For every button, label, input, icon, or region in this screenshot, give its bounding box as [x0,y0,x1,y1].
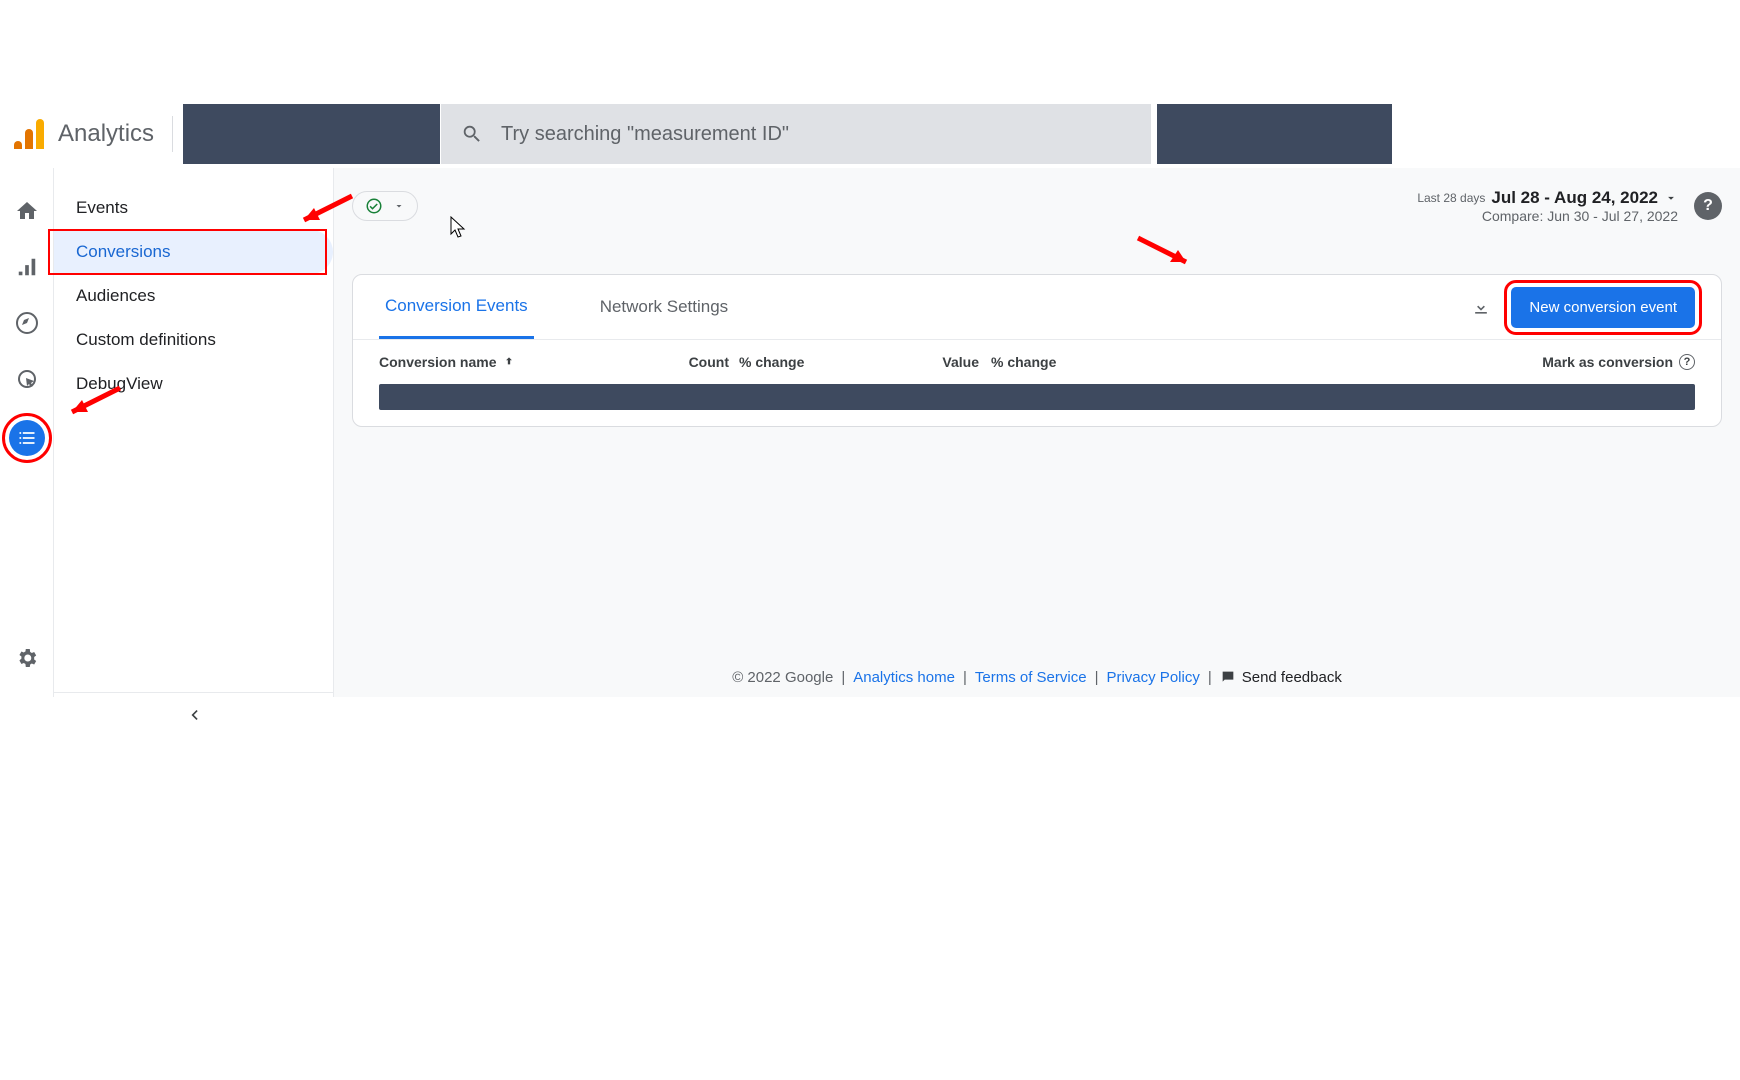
date-range-text: Jul 28 - Aug 24, 2022 [1491,188,1658,208]
new-conversion-event-button[interactable]: New conversion event [1511,287,1695,328]
page-footer: © 2022 Google| Analytics home| Terms of … [334,657,1740,697]
col-percent-change-2[interactable]: % change [991,354,1121,370]
col-value[interactable]: Value [909,354,979,370]
download-icon[interactable] [1471,297,1491,317]
rail-advertising[interactable] [12,364,42,394]
status-filter-pill[interactable] [352,191,418,221]
home-icon [15,199,39,223]
col-mark-label: Mark as conversion [1542,354,1673,370]
rail-settings[interactable] [12,643,42,673]
tab-conversion-events[interactable]: Conversion Events [379,276,534,339]
col-mark-as-conversion: Mark as conversion ? [1542,354,1695,370]
product-name: Analytics [58,120,154,148]
bar-chart-icon [16,256,38,278]
date-prefix: Last 28 days [1417,191,1485,205]
header-redacted-block-1 [183,104,440,164]
tab-network-settings[interactable]: Network Settings [594,277,735,337]
help-button[interactable]: ? [1694,192,1722,220]
chevron-down-icon [1664,191,1678,205]
feedback-icon [1220,669,1236,685]
check-circle-icon [365,197,383,215]
nav-conversions[interactable]: Conversions [54,230,333,274]
nav-custom-definitions[interactable]: Custom definitions [54,318,333,362]
footer-link-terms[interactable]: Terms of Service [975,669,1087,686]
table-row [379,384,1695,410]
gear-icon [15,646,39,670]
product-logo[interactable]: Analytics [0,119,154,149]
footer-link-analytics-home[interactable]: Analytics home [853,669,955,686]
app-header: Analytics Try searching "measurement ID" [0,104,1740,164]
click-cursor-icon [15,367,39,391]
chevron-left-icon [184,705,204,725]
conversions-card: Conversion Events Network Settings New c… [352,274,1722,427]
rail-explore[interactable] [12,308,42,338]
date-range-picker[interactable]: Last 28 days Jul 28 - Aug 24, 2022 Compa… [1417,188,1678,224]
chevron-down-icon [393,200,405,212]
footer-link-privacy[interactable]: Privacy Policy [1106,669,1199,686]
search-icon [461,123,483,145]
feedback-label: Send feedback [1242,669,1342,686]
main-panel: Last 28 days Jul 28 - Aug 24, 2022 Compa… [334,168,1740,697]
target-icon [15,311,39,335]
col-percent-change-1[interactable]: % change [739,354,889,370]
send-feedback[interactable]: Send feedback [1220,669,1342,686]
rail-configure[interactable] [9,420,45,456]
help-icon[interactable]: ? [1679,354,1695,370]
analytics-logo-icon [14,119,44,149]
annotation-arrow-1 [290,190,360,235]
vertical-divider [172,116,173,152]
footer-copyright: © 2022 Google [732,669,833,686]
annotation-arrow-2 [58,382,128,427]
left-rail [0,168,54,697]
table-header: Conversion name Count % change Value % c… [353,339,1721,380]
search-bar[interactable]: Try searching "measurement ID" [441,104,1151,164]
col-count[interactable]: Count [669,354,729,370]
nav-audiences[interactable]: Audiences [54,274,333,318]
annotation-arrow-3 [1130,232,1200,277]
rail-home[interactable] [12,196,42,226]
collapse-nav-button[interactable] [54,692,333,736]
secondary-nav: Events Conversions Audiences Custom defi… [54,168,334,697]
arrow-up-icon [502,355,516,369]
list-icon [17,428,37,448]
col-name-label: Conversion name [379,354,496,370]
header-redacted-block-2 [1157,104,1392,164]
search-placeholder: Try searching "measurement ID" [501,123,789,146]
col-conversion-name[interactable]: Conversion name [379,354,669,370]
rail-reports[interactable] [12,252,42,282]
compare-range-text: Compare: Jun 30 - Jul 27, 2022 [1417,208,1678,224]
mouse-cursor-icon [450,216,468,245]
